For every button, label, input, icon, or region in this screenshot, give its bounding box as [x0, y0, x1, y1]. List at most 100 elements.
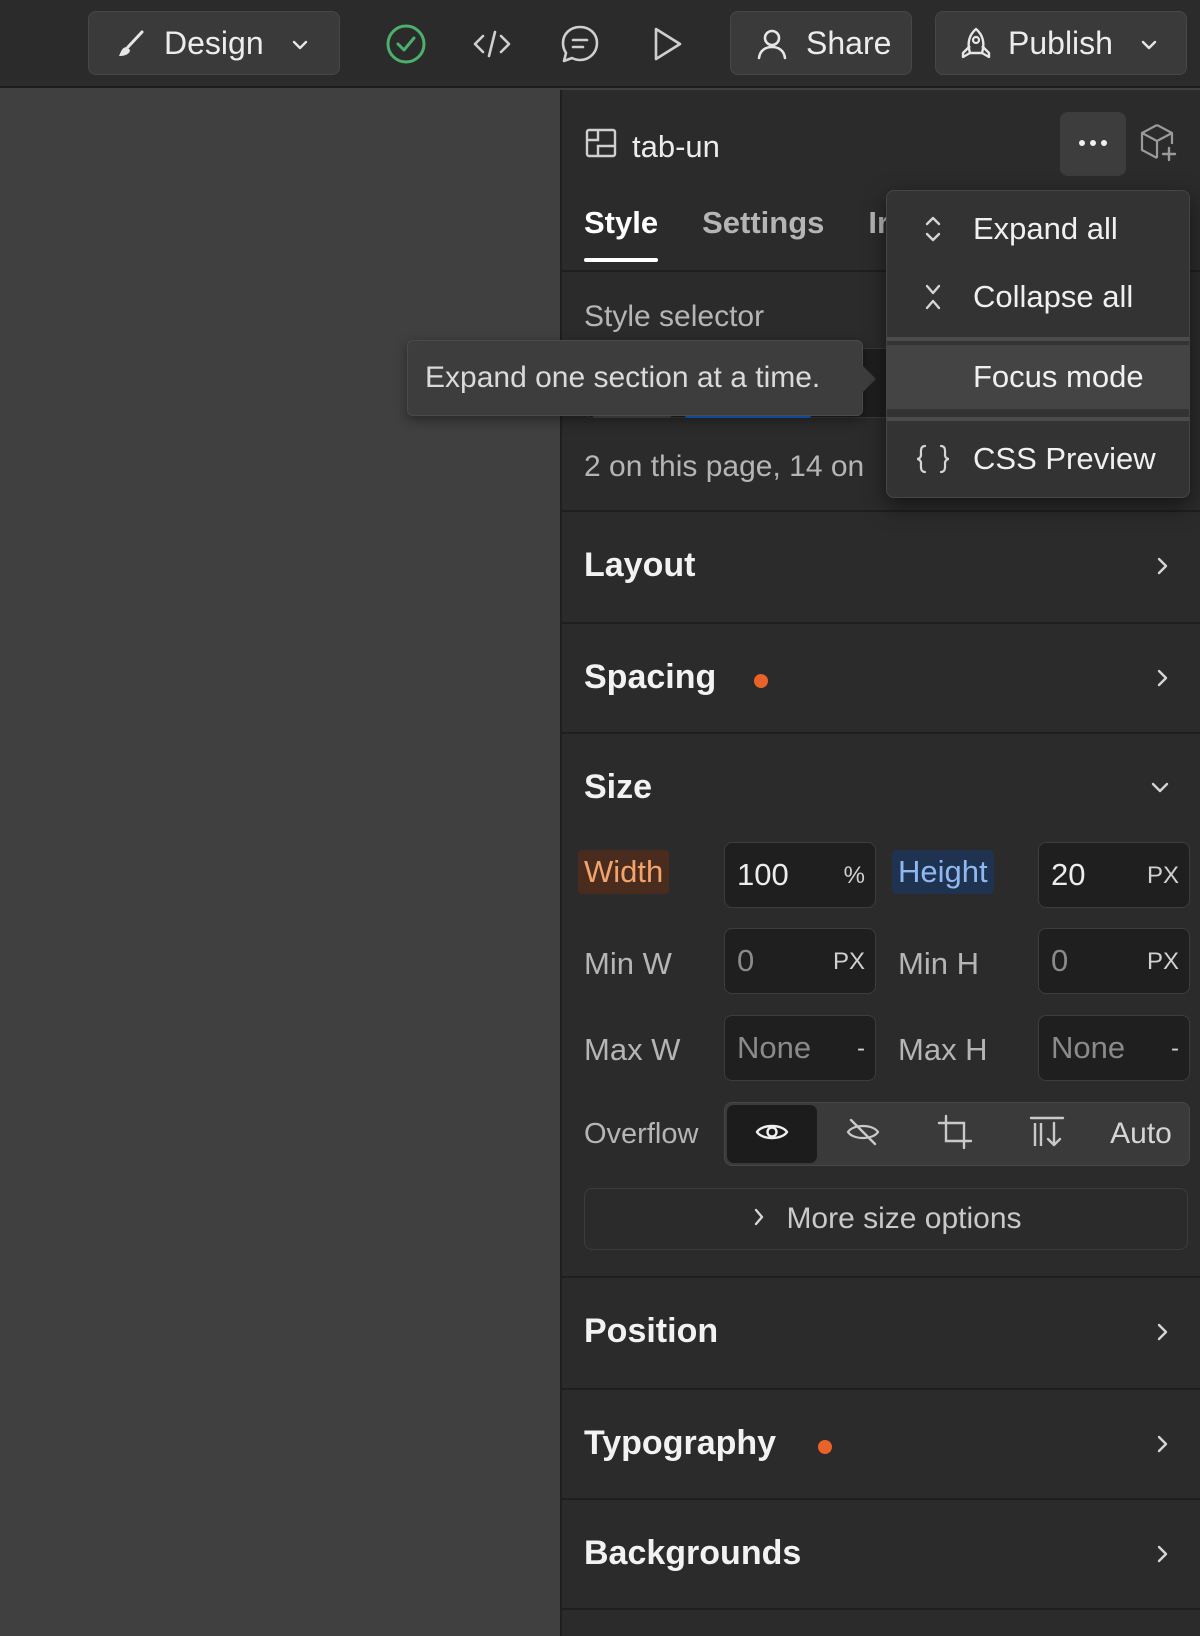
overflow-toggle-group: Auto [724, 1102, 1190, 1166]
more-options-button[interactable] [1060, 112, 1126, 176]
section-spacing[interactable]: Spacing [562, 622, 1200, 732]
max-width-value: None [737, 1030, 812, 1065]
min-width-input[interactable]: 0 PX [724, 928, 876, 994]
top-toolbar: Design Share Publish [0, 0, 1200, 88]
ellipsis-icon [1077, 135, 1109, 153]
create-component-icon[interactable] [1138, 122, 1178, 167]
mode-label: Design [164, 24, 264, 61]
height-input[interactable]: 20 PX [1038, 842, 1190, 908]
tab-settings[interactable]: Settings [702, 200, 824, 262]
element-name: tab-un [632, 129, 720, 164]
max-width-label: Max W [584, 1032, 681, 1067]
overflow-scroll-option[interactable] [1001, 1103, 1093, 1165]
section-title: Backgrounds [584, 1534, 802, 1572]
selector-usage-text: 2 on this page, 14 on [584, 450, 865, 483]
min-height-unit-select[interactable]: PX [1147, 948, 1179, 976]
more-size-options-button[interactable]: More size options [584, 1188, 1188, 1250]
menu-item-focus-mode[interactable]: Focus mode [887, 345, 1189, 409]
menu-item-expand-all[interactable]: Expand all [887, 197, 1189, 261]
overflow-visible-option[interactable] [727, 1105, 817, 1163]
design-canvas[interactable] [0, 90, 560, 1636]
overflow-clip-option[interactable] [909, 1103, 1001, 1165]
width-unit-select[interactable]: % [844, 862, 865, 890]
tab-style[interactable]: Style [584, 200, 659, 262]
max-height-value: None [1051, 1030, 1126, 1065]
height-label[interactable]: Height [892, 850, 994, 894]
section-title: Typography [584, 1424, 777, 1462]
chevron-down-icon [289, 34, 311, 56]
crop-icon [937, 1114, 973, 1155]
max-width-unit-select[interactable]: - [857, 1035, 865, 1063]
menu-separator [887, 337, 1189, 341]
menu-item-label: Collapse all [973, 279, 1134, 314]
chevron-right-icon [750, 1202, 768, 1236]
max-height-unit-select[interactable]: - [1171, 1035, 1179, 1063]
focus-mode-tooltip: Expand one section at a time. [407, 340, 876, 416]
code-icon[interactable] [466, 18, 518, 70]
chevron-right-icon [1152, 1320, 1172, 1349]
comment-icon[interactable] [554, 18, 606, 70]
more-size-options-label: More size options [786, 1202, 1022, 1235]
width-input[interactable]: 100 % [724, 842, 876, 908]
min-width-unit-select[interactable]: PX [833, 948, 865, 976]
modified-indicator [818, 1440, 832, 1454]
section-title: Spacing [584, 658, 717, 696]
share-label: Share [806, 24, 892, 61]
style-selector-label: Style selector [584, 300, 765, 333]
overflow-hidden-option[interactable] [817, 1103, 909, 1165]
element-icon [584, 126, 618, 168]
modified-indicator [754, 674, 768, 688]
expand-icon [917, 213, 949, 245]
chevron-down-icon[interactable] [1148, 776, 1172, 805]
section-backgrounds[interactable]: Backgrounds [562, 1498, 1200, 1610]
check-status-icon[interactable] [380, 18, 432, 70]
height-unit-select[interactable]: PX [1147, 862, 1179, 890]
chevron-right-icon [1152, 1432, 1172, 1461]
min-height-label: Min H [898, 946, 979, 981]
chevron-right-icon [1152, 1542, 1172, 1571]
section-title: Layout [584, 546, 696, 584]
min-height-input[interactable]: 0 PX [1038, 928, 1190, 994]
overflow-label: Overflow [584, 1118, 699, 1150]
width-label[interactable]: Width [578, 850, 670, 894]
max-width-input[interactable]: None - [724, 1015, 876, 1081]
chevron-down-icon [1138, 34, 1160, 56]
chevron-right-icon [1152, 554, 1172, 583]
chevron-right-icon [1152, 666, 1172, 695]
collapse-icon [917, 281, 949, 313]
eye-off-icon [845, 1116, 881, 1153]
width-value: 100 [737, 857, 789, 892]
braces-icon [911, 443, 955, 475]
max-height-label: Max H [898, 1032, 988, 1067]
eye-icon [755, 1120, 789, 1149]
section-title: Position [584, 1312, 719, 1350]
panel-tabs: Style Settings Ir [584, 200, 889, 262]
height-value: 20 [1051, 857, 1086, 892]
rocket-icon [958, 26, 994, 62]
play-preview-icon[interactable] [640, 18, 692, 70]
min-height-value: 0 [1051, 943, 1069, 978]
share-button[interactable]: Share [730, 11, 912, 75]
publish-label: Publish [1008, 24, 1113, 61]
menu-item-label: Focus mode [973, 359, 1144, 394]
user-icon [755, 27, 789, 61]
more-options-menu: Expand all Collapse all Focus mode CSS P… [886, 190, 1190, 498]
brush-icon [115, 28, 147, 60]
overflow-auto-option[interactable]: Auto [1093, 1103, 1189, 1165]
menu-item-label: Expand all [973, 211, 1118, 246]
menu-separator [887, 417, 1189, 421]
menu-item-css-preview[interactable]: CSS Preview [887, 427, 1189, 491]
section-title[interactable]: Size [584, 768, 652, 807]
section-layout[interactable]: Layout [562, 510, 1200, 622]
mode-dropdown-button[interactable]: Design [88, 11, 340, 75]
section-position[interactable]: Position [562, 1276, 1200, 1388]
min-width-value: 0 [737, 943, 755, 978]
menu-item-collapse-all[interactable]: Collapse all [887, 265, 1189, 329]
max-height-input[interactable]: None - [1038, 1015, 1190, 1081]
min-width-label: Min W [584, 946, 672, 981]
menu-item-label: CSS Preview [973, 441, 1156, 476]
element-header: tab-un [584, 126, 720, 168]
scroll-icon [1027, 1115, 1067, 1154]
section-typography[interactable]: Typography [562, 1388, 1200, 1498]
publish-button[interactable]: Publish [935, 11, 1187, 75]
